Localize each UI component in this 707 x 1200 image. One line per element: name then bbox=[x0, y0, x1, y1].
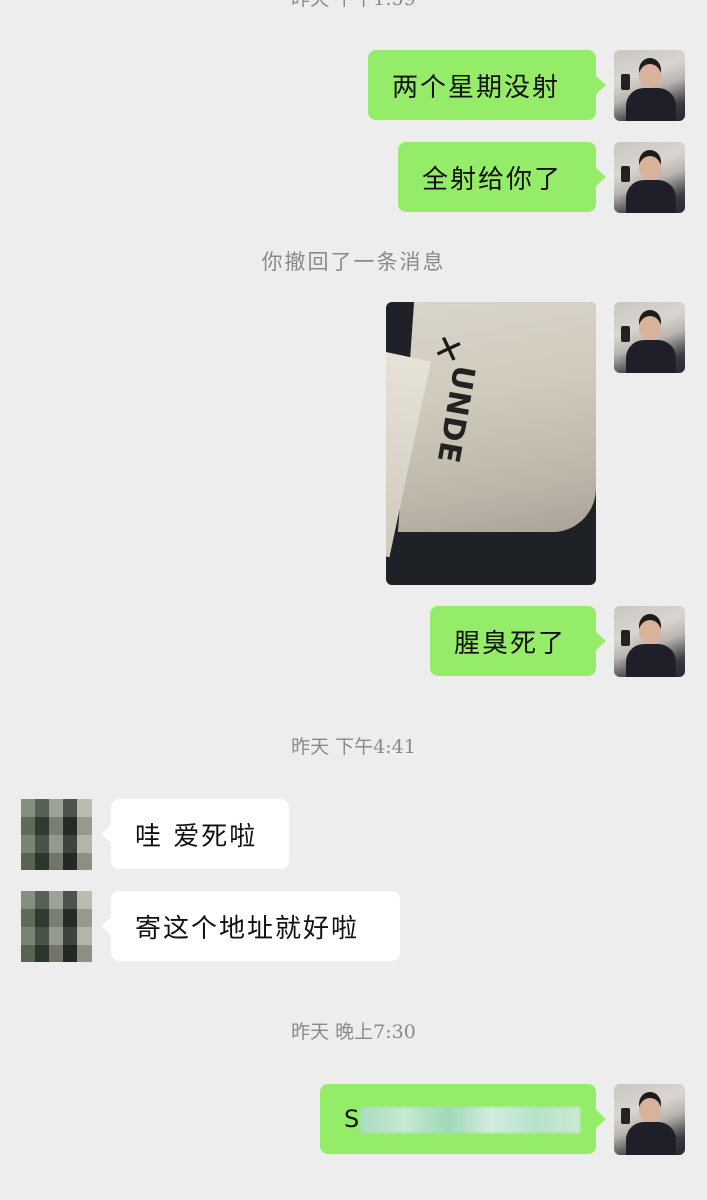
avatar-body bbox=[626, 644, 676, 677]
self-avatar[interactable] bbox=[614, 606, 685, 677]
avatar-body bbox=[626, 88, 676, 121]
avatar-body bbox=[626, 1122, 676, 1155]
message-text: 两个星期没射 bbox=[392, 72, 561, 103]
avatar-phone bbox=[621, 326, 630, 342]
bubble-tail bbox=[596, 632, 606, 650]
avatar-phone bbox=[621, 74, 630, 90]
avatar-body bbox=[626, 340, 676, 373]
message-text: 哇 爱死啦 bbox=[135, 821, 258, 852]
message-text: 全射给你了 bbox=[422, 164, 563, 195]
self-avatar[interactable] bbox=[614, 50, 685, 121]
message-text: 腥臭死了 bbox=[454, 628, 567, 659]
timestamp-divider: 昨天 晚上7:30 bbox=[291, 1021, 416, 1043]
self-avatar[interactable] bbox=[614, 1084, 685, 1155]
recall-notice: 你撤回了一条消息 bbox=[261, 250, 446, 274]
avatar-body bbox=[626, 180, 676, 213]
bubble-tail bbox=[101, 917, 111, 935]
avatar-phone bbox=[621, 630, 630, 646]
message-bubble[interactable]: 腥臭死了 bbox=[430, 606, 596, 676]
bubble-tail bbox=[596, 1110, 606, 1128]
redaction-blur bbox=[360, 1107, 580, 1133]
message-text: 寄这个地址就好啦 bbox=[135, 913, 360, 944]
avatar-phone bbox=[621, 166, 630, 182]
avatar-head bbox=[639, 64, 661, 88]
avatar-head bbox=[639, 156, 661, 180]
avatar-phone bbox=[621, 1108, 630, 1124]
avatar-head bbox=[639, 316, 661, 340]
timestamp-divider: 昨天 下午4:41 bbox=[291, 736, 416, 758]
bubble-tail bbox=[101, 825, 111, 843]
message-bubble[interactable]: 全射给你了 bbox=[398, 142, 596, 212]
other-avatar[interactable] bbox=[21, 891, 92, 962]
message-bubble[interactable]: 哇 爱死啦 bbox=[111, 799, 289, 869]
timestamp-top: 昨天 下午1:59 bbox=[0, 0, 707, 11]
other-avatar[interactable] bbox=[21, 799, 92, 870]
message-bubble[interactable]: 寄这个地址就好啦 bbox=[111, 891, 400, 961]
photo-fabric bbox=[397, 302, 596, 532]
self-avatar[interactable] bbox=[614, 302, 685, 373]
bubble-tail bbox=[596, 168, 606, 186]
image-message[interactable]: UNDE ✕ bbox=[386, 302, 596, 585]
avatar-head bbox=[639, 620, 661, 644]
bubble-tail bbox=[596, 76, 606, 94]
avatar-head bbox=[639, 1098, 661, 1122]
self-avatar[interactable] bbox=[614, 142, 685, 213]
message-bubble[interactable]: 两个星期没射 bbox=[368, 50, 596, 120]
